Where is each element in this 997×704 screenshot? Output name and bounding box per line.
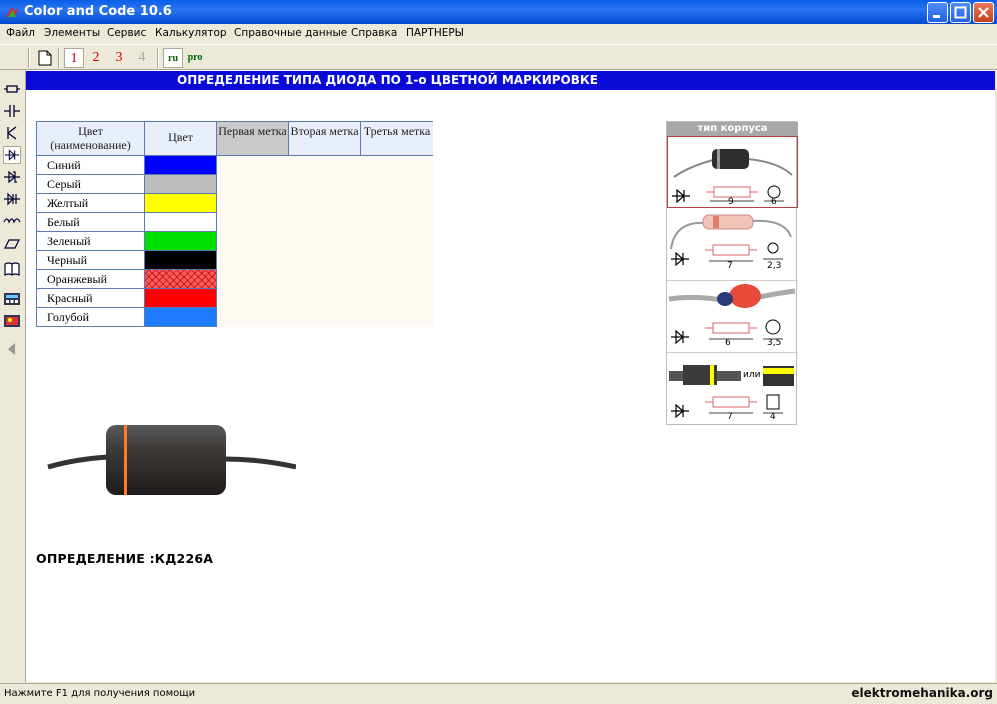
case-2-diameter: 2,3 [767, 261, 782, 271]
diode-icon[interactable] [3, 146, 21, 164]
step-2-button[interactable]: 2 [87, 48, 105, 68]
case-4-diameter: 4 [770, 412, 776, 422]
color-swatch[interactable] [145, 193, 217, 212]
left-toolbar [0, 70, 26, 682]
zener-icon[interactable] [3, 168, 21, 186]
minimize-icon [933, 15, 940, 18]
menu-file[interactable]: Файл [6, 27, 35, 39]
window-title: Color and Code 10.6 [24, 4, 172, 19]
transistor-icon[interactable] [3, 124, 21, 142]
step-3-button[interactable]: 3 [110, 48, 128, 68]
main-canvas: ОПРЕДЕЛЕНИЕ ТИПА ДИОДА ПО 1-о ЦВЕТНОЙ МА… [26, 70, 995, 682]
toolbar-separator [157, 48, 159, 68]
inductor-icon[interactable] [3, 212, 21, 230]
menu-bar: Файл Элементы Сервис Калькулятор Справоч… [0, 24, 997, 44]
close-icon [978, 7, 989, 18]
page-header: ОПРЕДЕЛЕНИЕ ТИПА ДИОДА ПО 1-о ЦВЕТНОЙ МА… [26, 71, 995, 90]
toolbar: 1 2 3 4 ru pro [0, 44, 997, 70]
language-ru-button[interactable]: ru [163, 48, 183, 68]
color-swatch[interactable] [145, 155, 217, 174]
case-1-length: 9 [728, 197, 734, 207]
color-swatch[interactable] [145, 231, 217, 250]
case-4-length: 7 [727, 412, 733, 422]
menu-calculator[interactable]: Калькулятор [155, 27, 227, 39]
menu-reference[interactable]: Справочные данные [234, 27, 347, 39]
app-window: Color and Code 10.6 Файл Элементы Сервис… [0, 0, 997, 704]
color-swatch[interactable] [145, 174, 217, 193]
marks-area[interactable] [217, 155, 433, 327]
picture-icon[interactable] [3, 312, 21, 330]
case-option-4[interactable]: или 7 4 [667, 353, 798, 425]
column-header-first-mark[interactable]: Первая метка [217, 122, 289, 155]
menu-help[interactable]: Справка [351, 27, 397, 39]
book-icon[interactable] [3, 260, 21, 278]
column-header-second-mark[interactable]: Вторая метка [289, 122, 361, 155]
case-2-length: 7 [727, 261, 733, 271]
pro-button[interactable]: pro [185, 48, 205, 68]
color-name-cell: Красный [37, 288, 145, 307]
column-header-color-name: Цвет (наименование) [37, 122, 145, 155]
new-document-icon [38, 50, 52, 66]
step-4-button[interactable]: 4 [133, 48, 151, 68]
color-swatch[interactable] [145, 288, 217, 307]
case-panel-title: тип корпуса [667, 122, 798, 136]
varicap-icon[interactable] [3, 190, 21, 208]
menu-partners[interactable]: ПАРТНЕРЫ [406, 27, 464, 39]
case-3-diameter: 3,5 [767, 338, 782, 348]
diode-photo [47, 425, 296, 495]
app-icon [6, 7, 18, 17]
color-name-cell: Синий [37, 155, 145, 174]
color-name-cell: Зеленый [37, 231, 145, 250]
column-header-color: Цвет [145, 122, 217, 155]
capacitor-icon[interactable] [3, 102, 21, 120]
toolbar-separator [28, 48, 30, 68]
color-name-cell: Желтый [37, 193, 145, 212]
calculator-icon[interactable] [3, 290, 21, 308]
maximize-icon [954, 6, 967, 19]
case-option-1[interactable]: 9 6 [667, 136, 798, 208]
status-bar: Нажмите F1 для получения помощи elektrom… [0, 683, 997, 704]
result-label: ОПРЕДЕЛЕНИЕ :КД226А [36, 551, 214, 566]
watermark-text: elektromehanika.org [851, 686, 993, 700]
toolbar-separator [58, 48, 60, 68]
menu-service[interactable]: Сервис [107, 27, 146, 39]
case-option-2[interactable]: 7 2,3 [667, 209, 798, 281]
title-bar[interactable]: Color and Code 10.6 [0, 0, 997, 24]
color-name-cell: Белый [37, 212, 145, 231]
case-option-3[interactable]: 6 3,5 [667, 281, 798, 353]
color-swatch[interactable] [145, 250, 217, 269]
resistor-icon[interactable] [3, 80, 21, 98]
status-text: Нажмите F1 для получения помощи [4, 688, 196, 699]
arrow-left-icon[interactable] [3, 340, 21, 358]
case-1-diameter: 6 [771, 197, 777, 207]
case-3-length: 6 [725, 338, 731, 348]
page-title: ОПРЕДЕЛЕНИЕ ТИПА ДИОДА ПО 1-о ЦВЕТНОЙ МА… [177, 73, 598, 87]
case-4-alt-label: или [743, 370, 761, 380]
new-document-button[interactable] [36, 48, 54, 68]
color-swatch[interactable] [145, 269, 217, 288]
color-name-cell: Голубой [37, 307, 145, 326]
color-name-cell: Оранжевый [37, 269, 145, 288]
menu-elements[interactable]: Элементы [44, 27, 100, 39]
color-name-cell: Черный [37, 250, 145, 269]
color-name-cell: Серый [37, 174, 145, 193]
color-swatch[interactable] [145, 307, 217, 326]
color-table: Цвет (наименование) Цвет Первая метка Вт… [36, 121, 433, 327]
maximize-button[interactable] [950, 2, 971, 23]
close-button[interactable] [973, 2, 994, 23]
case-type-panel: тип корпуса 9 6 7 2,3 6 3,5 или 7 4 [666, 121, 798, 425]
step-1-button[interactable]: 1 [64, 48, 84, 68]
color-swatch[interactable] [145, 212, 217, 231]
fuse-icon[interactable] [3, 234, 21, 252]
column-header-third-mark[interactable]: Третья метка [361, 122, 433, 155]
minimize-button[interactable] [927, 2, 948, 23]
